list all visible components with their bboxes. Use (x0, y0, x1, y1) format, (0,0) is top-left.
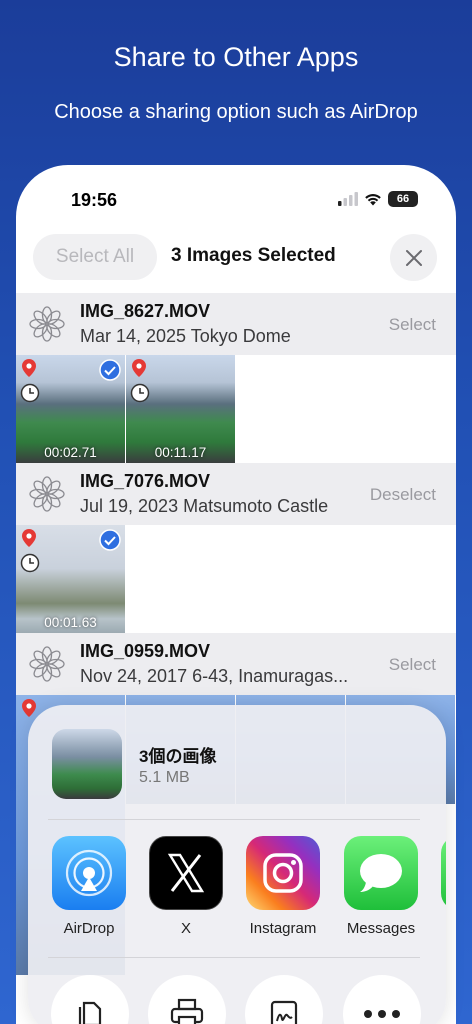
clock-icon (20, 553, 40, 573)
share-app-messages[interactable]: Messages (343, 836, 419, 937)
video-file-name: IMG_8627.MOV (80, 301, 211, 321)
promo-title: Share to Other Apps (113, 42, 359, 72)
print-button[interactable] (148, 975, 226, 1024)
frame-thumbnail[interactable]: 00:02.71 (16, 355, 125, 464)
frame-thumbnail[interactable]: 00:11.17 (126, 355, 235, 464)
location-pin-icon (22, 699, 36, 717)
copy-button[interactable] (51, 975, 129, 1024)
video-duration: 00:01.63 (44, 615, 97, 630)
share-app-x[interactable]: X (148, 836, 224, 937)
share-preview-thumbnail (52, 729, 122, 799)
copy-icon (78, 1001, 102, 1024)
photos-flower-icon (29, 646, 65, 682)
photos-flower-icon (29, 306, 65, 342)
video-file-name: IMG_0959.MOV (80, 641, 211, 661)
share-size: 5.1 MB (139, 769, 190, 786)
clock-icon (20, 383, 40, 403)
app-label: AirDrop (63, 920, 115, 937)
video-group-header: IMG_7076.MOV Jul 19, 2023 Matsumoto Cast… (16, 463, 456, 525)
close-icon (405, 249, 422, 266)
more-icon (364, 1010, 400, 1018)
photos-flower-icon (29, 476, 65, 512)
share-app-instagram[interactable]: Instagram (245, 836, 321, 937)
divider (48, 957, 420, 958)
print-icon (170, 998, 204, 1024)
promo-subtitle: Choose a sharing option such as AirDrop (54, 101, 418, 123)
x-icon (149, 836, 223, 910)
airdrop-icon (52, 836, 126, 910)
app-label: Messages (346, 920, 416, 937)
select-all-button[interactable]: Select All (33, 234, 157, 280)
status-bar: 19:56 66 (16, 165, 456, 225)
video-group-header: IMG_0959.MOV Nov 24, 2017 6-43, Inamurag… (16, 633, 456, 695)
share-app-airdrop[interactable]: AirDrop (51, 836, 127, 937)
video-date-location: Jul 19, 2023 Matsumoto Castle (80, 496, 329, 516)
app-label: X (180, 920, 191, 937)
share-app-partial[interactable] (440, 836, 446, 910)
app-label: Instagram (249, 920, 317, 937)
frame-thumbnail[interactable]: 00:01.63 (16, 525, 125, 634)
thumbnail-row: 00:02.71 00:11.17 (16, 355, 456, 465)
close-button[interactable] (390, 234, 437, 281)
wifi-icon (365, 194, 381, 206)
divider (48, 819, 420, 820)
video-duration: 00:02.71 (44, 445, 97, 460)
markup-button[interactable] (245, 975, 323, 1024)
location-pin-icon (22, 529, 36, 547)
messages-icon (344, 836, 418, 910)
location-pin-icon (132, 359, 146, 377)
thumbnail-row: 00:01.63 (16, 525, 456, 635)
group-select-button[interactable]: Select (389, 655, 436, 675)
video-date-location: Mar 14, 2025 Tokyo Dome (80, 326, 291, 346)
markup-icon (270, 1000, 298, 1024)
status-time: 19:56 (71, 190, 118, 210)
share-sheet: 3個の画像 5.1 MB AirDrop X Instagram Message… (28, 705, 446, 1024)
video-file-name: IMG_7076.MOV (80, 471, 211, 491)
status-icons: 66 (338, 191, 418, 207)
battery-indicator: 66 (388, 191, 418, 207)
selection-header: Select All 3 Images Selected (16, 231, 456, 291)
more-button[interactable] (343, 975, 421, 1024)
app-icon-partial (441, 836, 446, 910)
cellular-signal-icon (338, 192, 358, 206)
video-group-header: IMG_8627.MOV Mar 14, 2025 Tokyo Dome Sel… (16, 293, 456, 355)
share-title: 3個の画像 (139, 747, 217, 766)
group-select-button[interactable]: Select (389, 315, 436, 335)
group-deselect-button[interactable]: Deselect (370, 485, 436, 505)
location-pin-icon (22, 359, 36, 377)
instagram-icon (246, 836, 320, 910)
selection-title: 3 Images Selected (171, 245, 336, 266)
video-duration: 00:11.17 (154, 445, 207, 460)
checkmark-icon (99, 359, 121, 381)
clock-icon (130, 383, 150, 403)
checkmark-icon (99, 529, 121, 551)
video-date-location: Nov 24, 2017 6-43, Inamuragas... (80, 666, 349, 686)
